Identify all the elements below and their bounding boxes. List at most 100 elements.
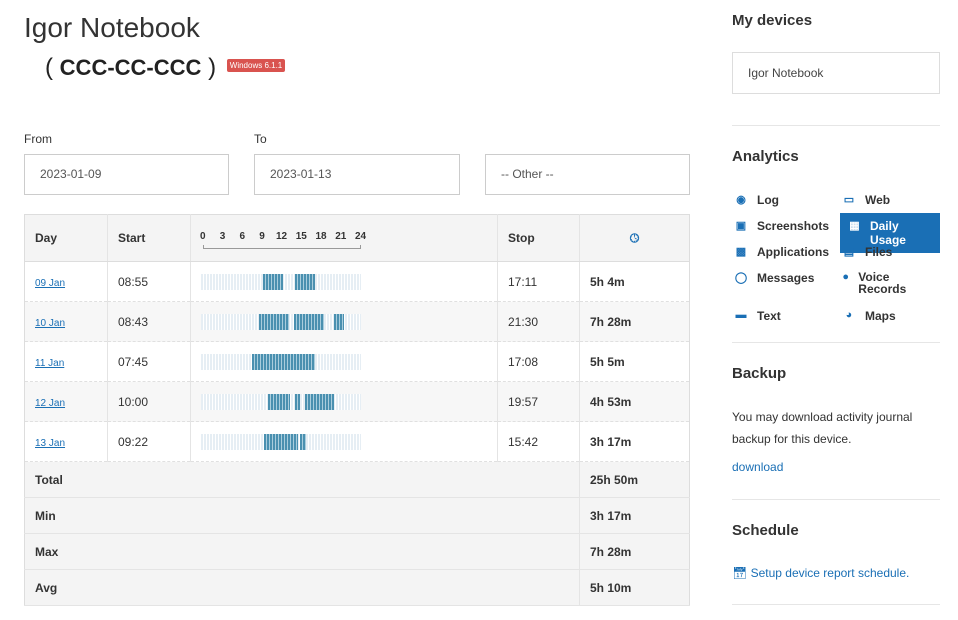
device-select[interactable]: Igor Notebook	[732, 52, 940, 94]
start-cell: 10:00	[107, 381, 191, 422]
chat-icon: ◯	[734, 272, 748, 284]
scale-tick-label: 15	[295, 231, 307, 242]
stop-cell: 17:08	[497, 341, 580, 382]
day-link[interactable]: 10 Jan	[35, 318, 65, 329]
divider	[732, 342, 940, 343]
scale-tick-label: 21	[335, 231, 347, 242]
eye-icon: ◉	[736, 194, 746, 206]
scale-tick-label: 0	[200, 231, 206, 242]
table-row: 12 Jan 10:00 19:57 4h 53m	[24, 381, 690, 422]
daily-usage-table: Day Start 0 3 6 9 12 15 18 21 24 Stop 🕓︎ 09 Jan 0…	[24, 214, 690, 606]
schedule-link-label: Setup device report schedule.	[750, 566, 910, 580]
day-cell: 13 Jan	[24, 421, 108, 462]
page-title: Igor Notebook	[24, 12, 200, 43]
nav-item-voice-records[interactable]: ● Voice Records	[840, 271, 910, 295]
clock-icon: 🕓︎	[629, 230, 640, 245]
timeline-axis	[203, 245, 361, 249]
nav-item-log[interactable]: ◉ Log	[732, 193, 779, 207]
calendar-icon: ▦	[849, 220, 860, 232]
summary-row: Avg 5h 10m	[24, 569, 690, 606]
nav-item-web[interactable]: ▭ Web	[840, 193, 940, 207]
calendar-icon: 📅︎	[732, 566, 748, 580]
backup-description: You may download activity journal backup…	[732, 410, 913, 446]
activity-segment	[294, 313, 324, 330]
table-row: 10 Jan 08:43 21:30 7h 28m	[24, 301, 690, 342]
nav-item-messages[interactable]: ◯ Messages	[732, 271, 815, 285]
col-stop: Stop	[497, 214, 580, 262]
analytics-title: Analytics	[732, 148, 799, 165]
summary-row: Min 3h 17m	[24, 497, 690, 534]
day-link[interactable]: 13 Jan	[35, 438, 65, 449]
nav-item-text[interactable]: ▬ Text	[732, 309, 781, 323]
activity-timeline	[201, 353, 361, 370]
devices-title: My devices	[732, 12, 813, 29]
summary-label: Max	[24, 533, 580, 570]
timeline-cell	[190, 301, 498, 342]
from-label: From	[24, 132, 52, 146]
summary-label: Total	[24, 461, 580, 498]
stop-cell: 15:42	[497, 421, 580, 462]
scale-tick-label: 12	[276, 231, 288, 242]
timeline-cell	[190, 421, 498, 462]
table-row: 11 Jan 07:45 17:08 5h 5m	[24, 341, 690, 382]
day-cell: 10 Jan	[24, 301, 108, 342]
summary-label: Avg	[24, 569, 580, 606]
scale-tick-label: 3	[219, 231, 226, 242]
timeline-cell	[190, 341, 498, 382]
duration-cell: 5h 4m	[579, 261, 690, 302]
summary-value: 3h 17m	[579, 497, 690, 534]
day-link[interactable]: 09 Jan	[35, 278, 65, 289]
device-code: CCC-CC-CCC	[59, 55, 202, 80]
scale-tick-label: 24	[355, 231, 367, 242]
summary-value: 25h 50m	[579, 461, 690, 498]
duration-cell: 4h 53m	[579, 381, 690, 422]
col-start: Start	[107, 214, 191, 262]
start-cell: 07:45	[107, 341, 191, 382]
nav-item-screenshots[interactable]: ▣ Screenshots	[732, 219, 829, 233]
nav-item-label: Applications	[757, 245, 830, 259]
day-link[interactable]: 12 Jan	[35, 398, 65, 409]
divider	[732, 125, 940, 126]
to-date-input[interactable]: 2023-01-13	[254, 154, 460, 195]
files-icon: ▤	[843, 246, 855, 258]
nav-item-label: Messages	[757, 271, 815, 285]
download-link[interactable]: download	[732, 460, 783, 474]
nav-item-label: Web	[865, 193, 891, 207]
duration-cell: 7h 28m	[579, 301, 690, 342]
nav-item-label: Screenshots	[757, 219, 830, 233]
nav-item-label: Log	[757, 193, 779, 207]
start-cell: 08:55	[107, 261, 191, 302]
scale-tick-label: 9	[259, 231, 265, 242]
activity-segment	[263, 433, 299, 450]
camera-icon: ▣	[735, 220, 747, 232]
nav-item-label: Voice Records	[858, 270, 907, 296]
scale-tick-label: 6	[239, 231, 246, 242]
schedule-link[interactable]: 📅︎ Setup device report schedule.	[732, 566, 909, 580]
activity-timeline	[201, 273, 361, 290]
to-label: To	[254, 132, 267, 146]
nav-item-applications[interactable]: ▩ Applications	[732, 245, 829, 259]
activity-segment	[295, 393, 301, 410]
activity-segment	[295, 273, 315, 290]
activity-segment	[333, 313, 345, 330]
nav-item-maps[interactable]: ◕ Maps	[840, 309, 940, 323]
period-select[interactable]: -- Other --	[485, 154, 690, 195]
nav-item-files[interactable]: ▤ Files	[840, 245, 940, 259]
from-date-input[interactable]: 2023-01-09	[24, 154, 229, 195]
summary-row: Total 25h 50m	[24, 461, 690, 498]
activity-segment	[300, 433, 306, 450]
nav-item-label: Maps	[865, 309, 896, 323]
apps-icon: ▩	[735, 246, 747, 258]
activity-timeline	[201, 393, 361, 410]
start-cell: 09:22	[107, 421, 191, 462]
summary-label: Min	[24, 497, 580, 534]
microphone-icon: ●	[842, 271, 849, 283]
scale-tick-label: 18	[315, 231, 327, 242]
day-link[interactable]: 11 Jan	[35, 358, 64, 369]
os-badge: Windows 6.1.1	[226, 59, 286, 73]
monitor-icon: ▭	[843, 194, 855, 206]
backup-title: Backup	[732, 365, 787, 382]
summary-value: 5h 10m	[579, 569, 690, 606]
divider	[732, 604, 940, 605]
keyboard-icon: ▬	[735, 309, 747, 321]
